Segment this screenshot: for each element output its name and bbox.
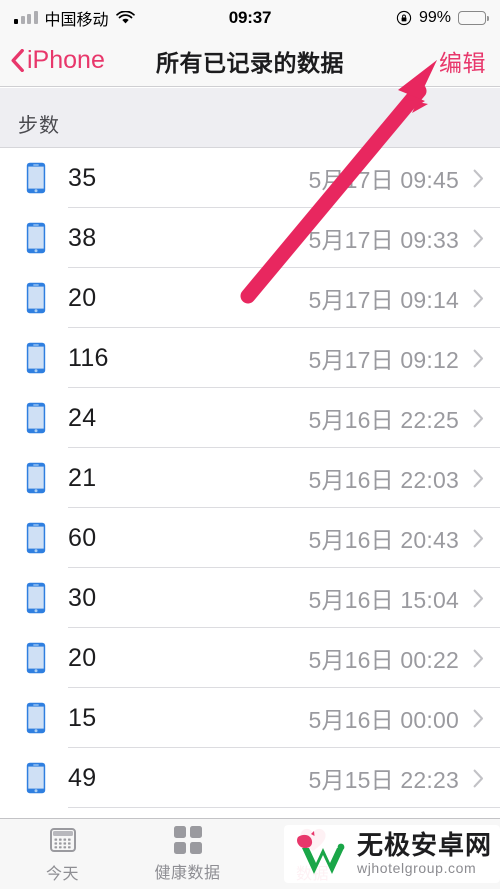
iphone-device-icon bbox=[26, 162, 46, 194]
row-date: 5月17日 09:33 bbox=[308, 227, 459, 253]
tab-today-label: 今天 bbox=[45, 865, 79, 883]
table-row[interactable]: 35 5月17日 09:45 bbox=[0, 148, 500, 208]
iphone-device-icon bbox=[26, 462, 46, 494]
status-bar-right: 99% bbox=[250, 8, 489, 27]
row-date: 5月16日 15:04 bbox=[308, 587, 459, 613]
tab-health-data[interactable]: 健康数据 bbox=[125, 819, 250, 889]
chevron-right-icon bbox=[473, 589, 484, 608]
table-row[interactable]: 21 5月16日 22:03 bbox=[0, 448, 500, 508]
row-value: 38 bbox=[68, 223, 97, 252]
row-value: 20 bbox=[68, 283, 97, 312]
chevron-right-icon bbox=[473, 469, 484, 488]
battery-full-icon bbox=[458, 10, 489, 25]
row-date: 5月17日 09:12 bbox=[308, 347, 459, 373]
section-header-steps: 步数 bbox=[0, 88, 500, 148]
row-right-group: 5月16日 15:04 bbox=[308, 581, 484, 615]
row-right-group: 5月15日 22:23 bbox=[308, 761, 484, 795]
chevron-right-icon bbox=[473, 169, 484, 188]
row-right-group: 5月17日 09:12 bbox=[308, 341, 484, 375]
row-value: 30 bbox=[68, 583, 97, 612]
row-right-group: 5月17日 09:45 bbox=[308, 161, 484, 195]
row-right-group: 5月16日 22:25 bbox=[308, 401, 484, 435]
table-row[interactable]: 20 5月16日 00:22 bbox=[0, 628, 500, 688]
data-rows-container: 35 5月17日 09:45 38 5月17日 09:33 20 5月17日 09:14 1… bbox=[0, 148, 500, 808]
row-right-group: 5月16日 20:43 bbox=[308, 521, 484, 555]
row-date: 5月16日 00:00 bbox=[308, 707, 459, 733]
iphone-device-icon bbox=[26, 702, 46, 734]
row-date: 5月15日 22:23 bbox=[308, 767, 459, 793]
watermark-title: 无极安卓网 bbox=[356, 830, 492, 860]
row-date: 5月17日 09:14 bbox=[308, 287, 459, 313]
table-row[interactable]: 20 5月17日 09:14 bbox=[0, 268, 500, 328]
wifi-icon bbox=[115, 10, 135, 25]
cellular-signal-icon bbox=[14, 11, 38, 24]
chevron-right-icon bbox=[473, 649, 484, 668]
row-value: 20 bbox=[68, 643, 97, 672]
table-row[interactable]: 49 5月15日 22:23 bbox=[0, 748, 500, 808]
row-right-group: 5月17日 09:14 bbox=[308, 281, 484, 315]
row-date: 5月17日 09:45 bbox=[308, 167, 459, 193]
phone-screen: 中国移动 09:37 99% iPhone 所有已记录的数据 编辑 步数 35 … bbox=[0, 0, 500, 889]
row-value: 60 bbox=[68, 523, 97, 552]
tab-health-data-label: 健康数据 bbox=[154, 864, 221, 882]
chevron-right-icon bbox=[473, 229, 484, 248]
site-watermark: 无极安卓网 wjhotelgroup.com bbox=[283, 825, 500, 883]
row-value: 116 bbox=[68, 343, 109, 372]
row-date: 5月16日 22:25 bbox=[308, 407, 459, 433]
battery-percentage-label: 99% bbox=[418, 8, 451, 26]
table-row[interactable]: 24 5月16日 22:25 bbox=[0, 388, 500, 448]
chevron-right-icon bbox=[473, 349, 484, 368]
row-value: 15 bbox=[68, 703, 97, 732]
row-right-group: 5月16日 00:22 bbox=[308, 641, 484, 675]
health-data-grid-icon bbox=[173, 825, 202, 854]
watermark-url: wjhotelgroup.com bbox=[356, 860, 477, 877]
row-date: 5月16日 00:22 bbox=[308, 647, 459, 673]
iphone-device-icon bbox=[26, 762, 46, 794]
chevron-right-icon bbox=[473, 529, 484, 548]
row-right-group: 5月17日 09:33 bbox=[308, 221, 484, 255]
iphone-device-icon bbox=[26, 342, 46, 374]
rotation-lock-icon bbox=[396, 10, 412, 26]
row-value: 24 bbox=[68, 403, 97, 432]
iphone-device-icon bbox=[26, 222, 46, 254]
status-bar: 中国移动 09:37 99% bbox=[0, 0, 500, 35]
table-row[interactable]: 30 5月16日 15:04 bbox=[0, 568, 500, 628]
table-row[interactable]: 60 5月16日 20:43 bbox=[0, 508, 500, 568]
row-right-group: 5月16日 22:03 bbox=[308, 461, 484, 495]
carrier-label: 中国移动 bbox=[44, 11, 109, 29]
iphone-device-icon bbox=[26, 582, 46, 614]
data-list-scroll-area[interactable]: 步数 35 5月17日 09:45 38 5月17日 09:33 20 5月17日 09:… bbox=[0, 88, 500, 818]
iphone-device-icon bbox=[26, 402, 46, 434]
table-row[interactable]: 116 5月17日 09:12 bbox=[0, 328, 500, 388]
edit-button[interactable]: 编辑 bbox=[439, 44, 486, 78]
chevron-left-icon bbox=[11, 49, 24, 72]
chevron-right-icon bbox=[473, 409, 484, 428]
chevron-right-icon bbox=[473, 289, 484, 308]
iphone-device-icon bbox=[26, 642, 46, 674]
row-value: 49 bbox=[68, 763, 97, 792]
chevron-right-icon bbox=[473, 769, 484, 788]
iphone-device-icon bbox=[26, 282, 46, 314]
table-row[interactable]: 15 5月16日 00:00 bbox=[0, 688, 500, 748]
row-right-group: 5月16日 00:00 bbox=[308, 701, 484, 735]
chevron-right-icon bbox=[473, 709, 484, 728]
row-date: 5月16日 22:03 bbox=[308, 467, 459, 493]
row-value: 21 bbox=[68, 463, 97, 492]
row-value: 35 bbox=[68, 163, 97, 192]
row-date: 5月16日 20:43 bbox=[308, 527, 459, 553]
table-row[interactable]: 38 5月17日 09:33 bbox=[0, 208, 500, 268]
tab-today[interactable]: 今天 bbox=[0, 819, 125, 889]
calendar-today-icon bbox=[48, 825, 78, 855]
iphone-device-icon bbox=[26, 522, 46, 554]
status-bar-left: 中国移动 bbox=[14, 6, 250, 30]
back-button[interactable]: iPhone bbox=[0, 46, 105, 75]
navigation-bar: iPhone 所有已记录的数据 编辑 bbox=[0, 35, 500, 87]
w-logo-icon bbox=[296, 831, 345, 874]
back-button-label: iPhone bbox=[27, 46, 105, 74]
